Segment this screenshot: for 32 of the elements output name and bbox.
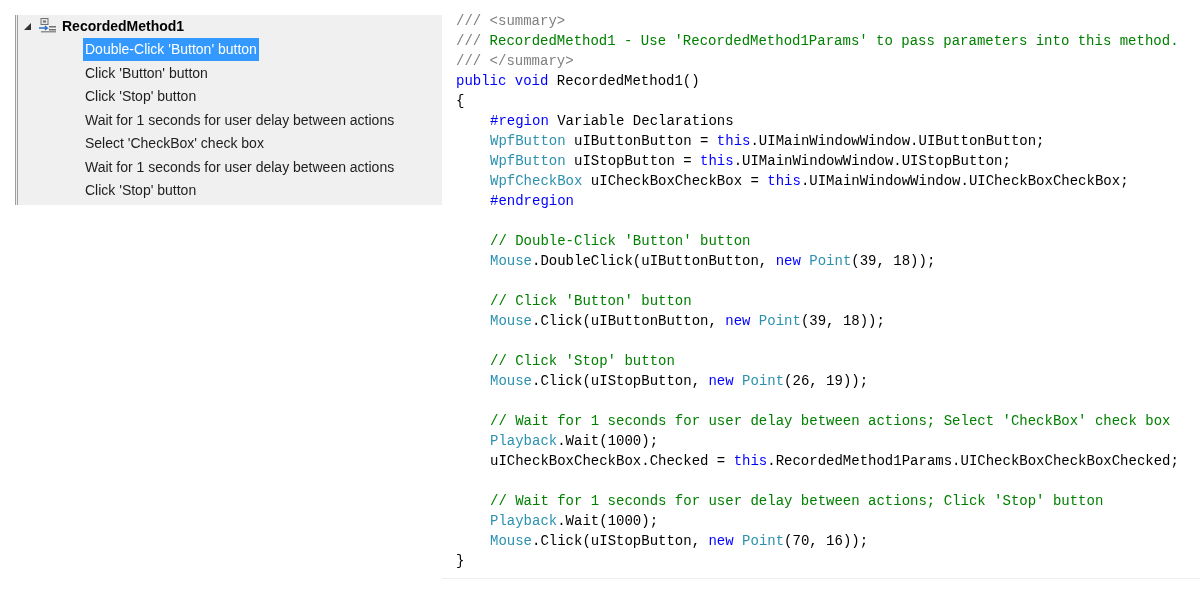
method-icon	[39, 18, 57, 34]
code-line: // Click 'Button' button	[489, 292, 692, 311]
code-line: {	[456, 92, 465, 111]
code-line: Mouse.DoubleClick(uIButtonButton, new Point(39, 18));	[489, 252, 936, 271]
tree-item[interactable]: Wait for 1 seconds for user delay between actions	[83, 155, 397, 179]
code-line: WpfButton uIButtonButton = this.UIMainWindowWindow.UIButtonButton;	[489, 132, 1045, 151]
code-line: WpfCheckBox uICheckBoxCheckBox = this.UIMainWindowWindow.UICheckBoxCheckBox;	[489, 172, 1129, 191]
code-line: Mouse.Click(uIStopButton, new Point(70, 16));	[489, 532, 869, 551]
code-line: uICheckBoxCheckBox.Checked = this.RecordedMethod1Params.UICheckBoxCheckBoxChecked;	[489, 452, 1179, 471]
code-line: }	[456, 552, 465, 571]
code-line: Playback.Wait(1000);	[489, 512, 659, 531]
code-line: #region Variable Declarations	[489, 112, 734, 131]
code-line: WpfButton uIStopButton = this.UIMainWindowWindow.UIStopButton;	[489, 152, 1011, 171]
code-line: // Wait for 1 seconds for user delay between actions; Select 'CheckBox' check box	[489, 412, 1171, 431]
tree-item[interactable]: Click 'Stop' button	[83, 85, 199, 109]
code-line: // Double-Click 'Button' button	[489, 232, 751, 251]
tree-node-title[interactable]: RecordedMethod1	[62, 15, 185, 37]
code-line: public void RecordedMethod1()	[456, 72, 700, 91]
tree-item[interactable]: Click 'Stop' button	[83, 179, 199, 203]
code-line: // Wait for 1 seconds for user delay between actions; Click 'Stop' button	[489, 492, 1104, 511]
code-line: /// <summary>	[456, 12, 566, 31]
code-line: #endregion	[489, 192, 574, 211]
expander-icon[interactable]	[24, 22, 34, 30]
code-line: /// RecordedMethod1 - Use 'RecordedMethod1Params' to pass parameters into this method.	[456, 32, 1179, 51]
code-line: // Click 'Stop' button	[489, 352, 675, 371]
tree-item[interactable]: Wait for 1 seconds for user delay between actions	[83, 108, 397, 132]
code-line: Mouse.Click(uIButtonButton, new Point(39, 18));	[489, 312, 885, 331]
code-line: Mouse.Click(uIStopButton, new Point(26, 19));	[489, 372, 869, 391]
tree-item[interactable]: Click 'Button' button	[83, 61, 210, 85]
code-line: /// </summary>	[456, 52, 574, 71]
code-line: Playback.Wait(1000);	[489, 432, 659, 451]
tree-item[interactable]: Select 'CheckBox' check box	[83, 132, 266, 156]
